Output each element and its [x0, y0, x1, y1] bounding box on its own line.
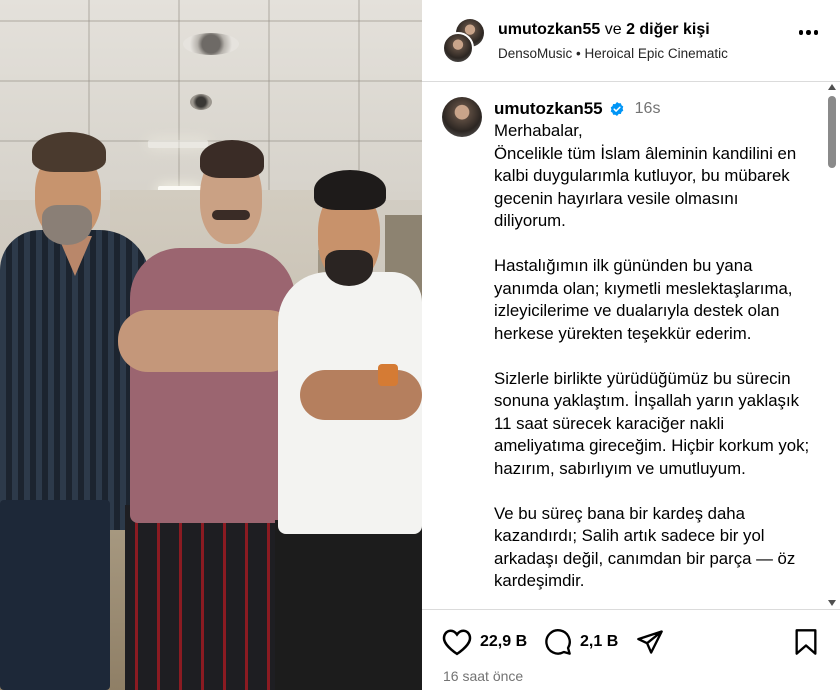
caption-paragraph: Hastalığımın ilk gününden bu yana yanımd…	[494, 256, 793, 343]
caption-paragraph: Sizlerle birlikte yürüdüğümüz bu sürecin…	[494, 368, 810, 478]
comment-button[interactable]: 2,1 B	[544, 628, 618, 656]
caption-time[interactable]: 16s	[635, 100, 661, 118]
scroll-up-arrow-icon[interactable]	[828, 84, 836, 90]
bookmark-icon	[795, 629, 817, 655]
security-camera	[190, 94, 212, 110]
caption-header: umutozkan55 16s	[494, 99, 660, 119]
caption-paragraph: Merhabalar, Öncelikle tüm İslam âleminin…	[494, 121, 797, 230]
header-username[interactable]: umutozkan55	[498, 21, 600, 38]
post-header: umutozkan55 ve 2 diğer kişi DensoMusic •…	[422, 0, 840, 82]
caption-username[interactable]: umutozkan55	[494, 99, 603, 119]
scrollbar-thumb[interactable]	[828, 96, 836, 168]
caption-avatar[interactable]	[442, 97, 482, 137]
caption-area: umutozkan55 16s Merhabalar, Öncelikle tü…	[422, 82, 840, 610]
comment-count[interactable]: 2,1 B	[580, 633, 618, 651]
author-avatar[interactable]	[442, 32, 474, 64]
audio-track[interactable]: Heroical Epic Cinematic	[585, 46, 728, 61]
header-joiner: ve	[604, 21, 622, 38]
share-icon	[637, 630, 663, 654]
verified-badge-icon	[610, 102, 623, 116]
caption-text: Merhabalar, Öncelikle tüm İslam âleminin…	[494, 120, 814, 609]
watch	[378, 364, 398, 386]
ceiling-vent	[183, 33, 239, 55]
caption-paragraph: Ve bu süreç bana bir kardeş daha kazandı…	[494, 503, 796, 591]
comment-icon	[545, 629, 571, 655]
post-panel: umutozkan55 ve 2 diğer kişi DensoMusic •…	[422, 0, 840, 690]
ceiling-light	[148, 140, 208, 148]
caption-scrollbar[interactable]	[826, 84, 838, 606]
scroll-down-arrow-icon[interactable]	[828, 600, 836, 606]
post-photo[interactable]	[0, 0, 422, 690]
save-button[interactable]	[794, 628, 818, 656]
posted-time[interactable]: 16 saat önce	[443, 668, 523, 684]
audio-separator: •	[576, 46, 581, 61]
like-button[interactable]: 22,9 B	[442, 628, 527, 656]
header-title: umutozkan55 ve 2 diğer kişi	[498, 21, 710, 39]
audio-info: DensoMusic • Heroical Epic Cinematic	[498, 46, 728, 61]
heart-icon	[442, 629, 472, 656]
more-horizontal-icon[interactable]	[798, 30, 818, 35]
share-button[interactable]	[636, 628, 664, 656]
header-others[interactable]: 2 diğer kişi	[626, 21, 710, 38]
audio-artist[interactable]: DensoMusic	[498, 46, 572, 61]
action-bar: 22,9 B 2,1 B 16 saat önce	[422, 610, 840, 690]
like-count[interactable]: 22,9 B	[480, 633, 527, 651]
